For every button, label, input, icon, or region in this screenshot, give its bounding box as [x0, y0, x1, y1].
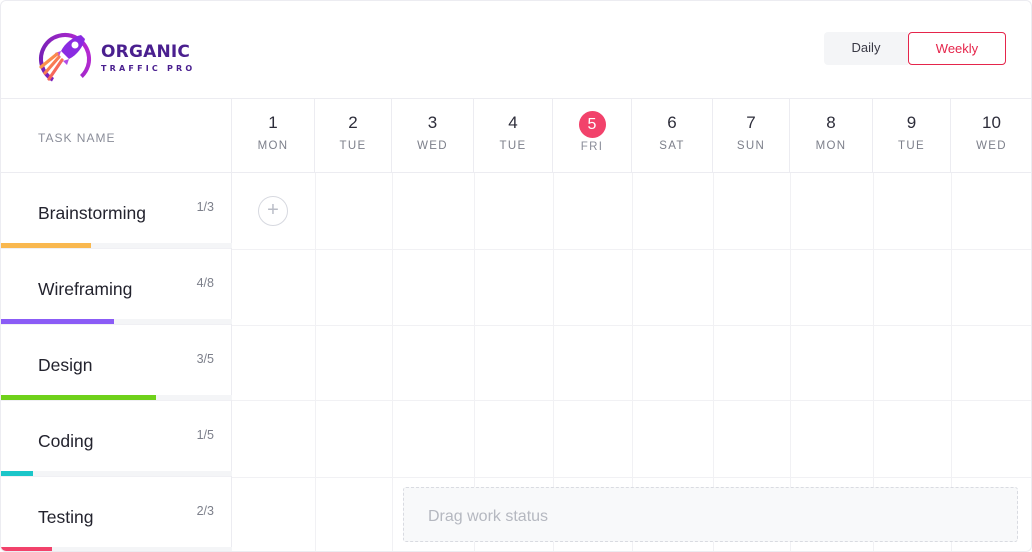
- task-progress-bar: [1, 471, 232, 476]
- day-name: TUE: [499, 140, 527, 152]
- task-count: 1/3: [196, 200, 214, 214]
- day-name: TUE: [339, 140, 367, 152]
- grid-row-divider: [232, 400, 1031, 401]
- day-number: 5: [578, 111, 606, 138]
- brand-title: ORGANIC: [101, 42, 191, 62]
- drop-zone-text: Drag work status: [428, 508, 549, 525]
- task-progress-fill: [1, 395, 156, 400]
- day-number: 3: [427, 113, 438, 132]
- day-number: 4: [508, 113, 518, 132]
- task-row[interactable]: Wireframing 4/8: [1, 249, 232, 325]
- task-name: Design: [38, 355, 93, 375]
- task-progress-fill: [1, 471, 34, 476]
- task-row[interactable]: Coding 1/5: [1, 401, 232, 477]
- task-name-header: TASK NAME: [1, 99, 231, 173]
- task-count: 1/5: [196, 428, 214, 442]
- day-number: 2: [348, 113, 358, 132]
- day-number: 10: [982, 113, 1001, 132]
- grid-row-divider: [232, 477, 1031, 478]
- day-name: TUE: [898, 140, 925, 152]
- header: ORGANIC TRAFFIC PRO Daily Weekly: [1, 1, 1031, 99]
- day-name: WED: [976, 140, 1007, 152]
- view-toggle: Daily Weekly: [824, 32, 1006, 66]
- task-count: 3/5: [196, 352, 214, 366]
- task-progress-bar: [1, 547, 232, 551]
- grid-column-divider: [392, 173, 393, 551]
- task-row[interactable]: Testing 2/3: [1, 477, 232, 551]
- day-number: 7: [746, 113, 756, 132]
- day-header[interactable]: 7 SUN: [713, 99, 790, 173]
- task-column: TASK NAME Brainstorming 1/3 Wireframing 4/8…: [1, 99, 232, 551]
- daily-view-button[interactable]: Daily: [824, 32, 908, 65]
- day-name: WED: [417, 140, 448, 152]
- day-name: MON: [257, 140, 289, 152]
- scheduler-frame: ORGANIC TRAFFIC PRO Daily Weekly TASK NA…: [0, 0, 1032, 552]
- grid-row-divider: [232, 325, 1031, 326]
- task-progress-bar: [1, 395, 232, 400]
- task-progress-fill: [1, 243, 92, 248]
- day-number: 9: [906, 113, 917, 132]
- plus-circle-icon: +: [267, 199, 279, 221]
- day-name: SAT: [659, 140, 685, 152]
- day-header[interactable]: 4 TUE: [474, 99, 553, 173]
- day-header[interactable]: 5 FRI: [553, 99, 632, 173]
- add-entry-button[interactable]: +: [258, 196, 288, 226]
- task-name: Testing: [38, 507, 94, 527]
- grid-column-divider: [315, 173, 316, 551]
- day-header[interactable]: 1 MON: [232, 99, 315, 173]
- day-name: MON: [815, 140, 847, 152]
- day-header[interactable]: 2 TUE: [315, 99, 392, 173]
- task-name-header-label: TASK NAME: [38, 131, 116, 145]
- task-name: Coding: [38, 431, 94, 451]
- task-progress-fill: [1, 319, 115, 324]
- day-header[interactable]: 3 WED: [392, 99, 474, 173]
- task-progress-fill: [1, 547, 52, 551]
- task-count: 4/8: [196, 276, 214, 290]
- brand-logo[interactable]: ORGANIC TRAFFIC PRO: [37, 29, 237, 89]
- task-row[interactable]: Design 3/5: [1, 325, 232, 401]
- day-header[interactable]: 6 SAT: [632, 99, 713, 173]
- task-progress-bar: [1, 319, 232, 324]
- task-name: Brainstorming: [38, 203, 146, 223]
- weekly-view-button[interactable]: Weekly: [908, 32, 1006, 65]
- task-progress-bar: [1, 243, 232, 248]
- day-header[interactable]: 10 WED: [951, 99, 1031, 173]
- day-number: 1: [268, 113, 278, 132]
- day-name: FRI: [580, 141, 604, 153]
- rocket-icon: [39, 33, 91, 85]
- brand-subtitle: TRAFFIC PRO: [101, 64, 196, 73]
- task-count: 2/3: [196, 504, 214, 518]
- task-row[interactable]: Brainstorming 1/3: [1, 173, 232, 249]
- drop-zone[interactable]: Drag work status: [403, 487, 1018, 542]
- day-header[interactable]: 8 MON: [790, 99, 873, 173]
- day-name: SUN: [736, 140, 766, 152]
- task-name: Wireframing: [38, 279, 133, 299]
- day-number: 8: [826, 113, 836, 132]
- day-number: 6: [667, 113, 677, 132]
- day-header[interactable]: 9 TUE: [873, 99, 951, 173]
- grid-row-divider: [232, 249, 1031, 250]
